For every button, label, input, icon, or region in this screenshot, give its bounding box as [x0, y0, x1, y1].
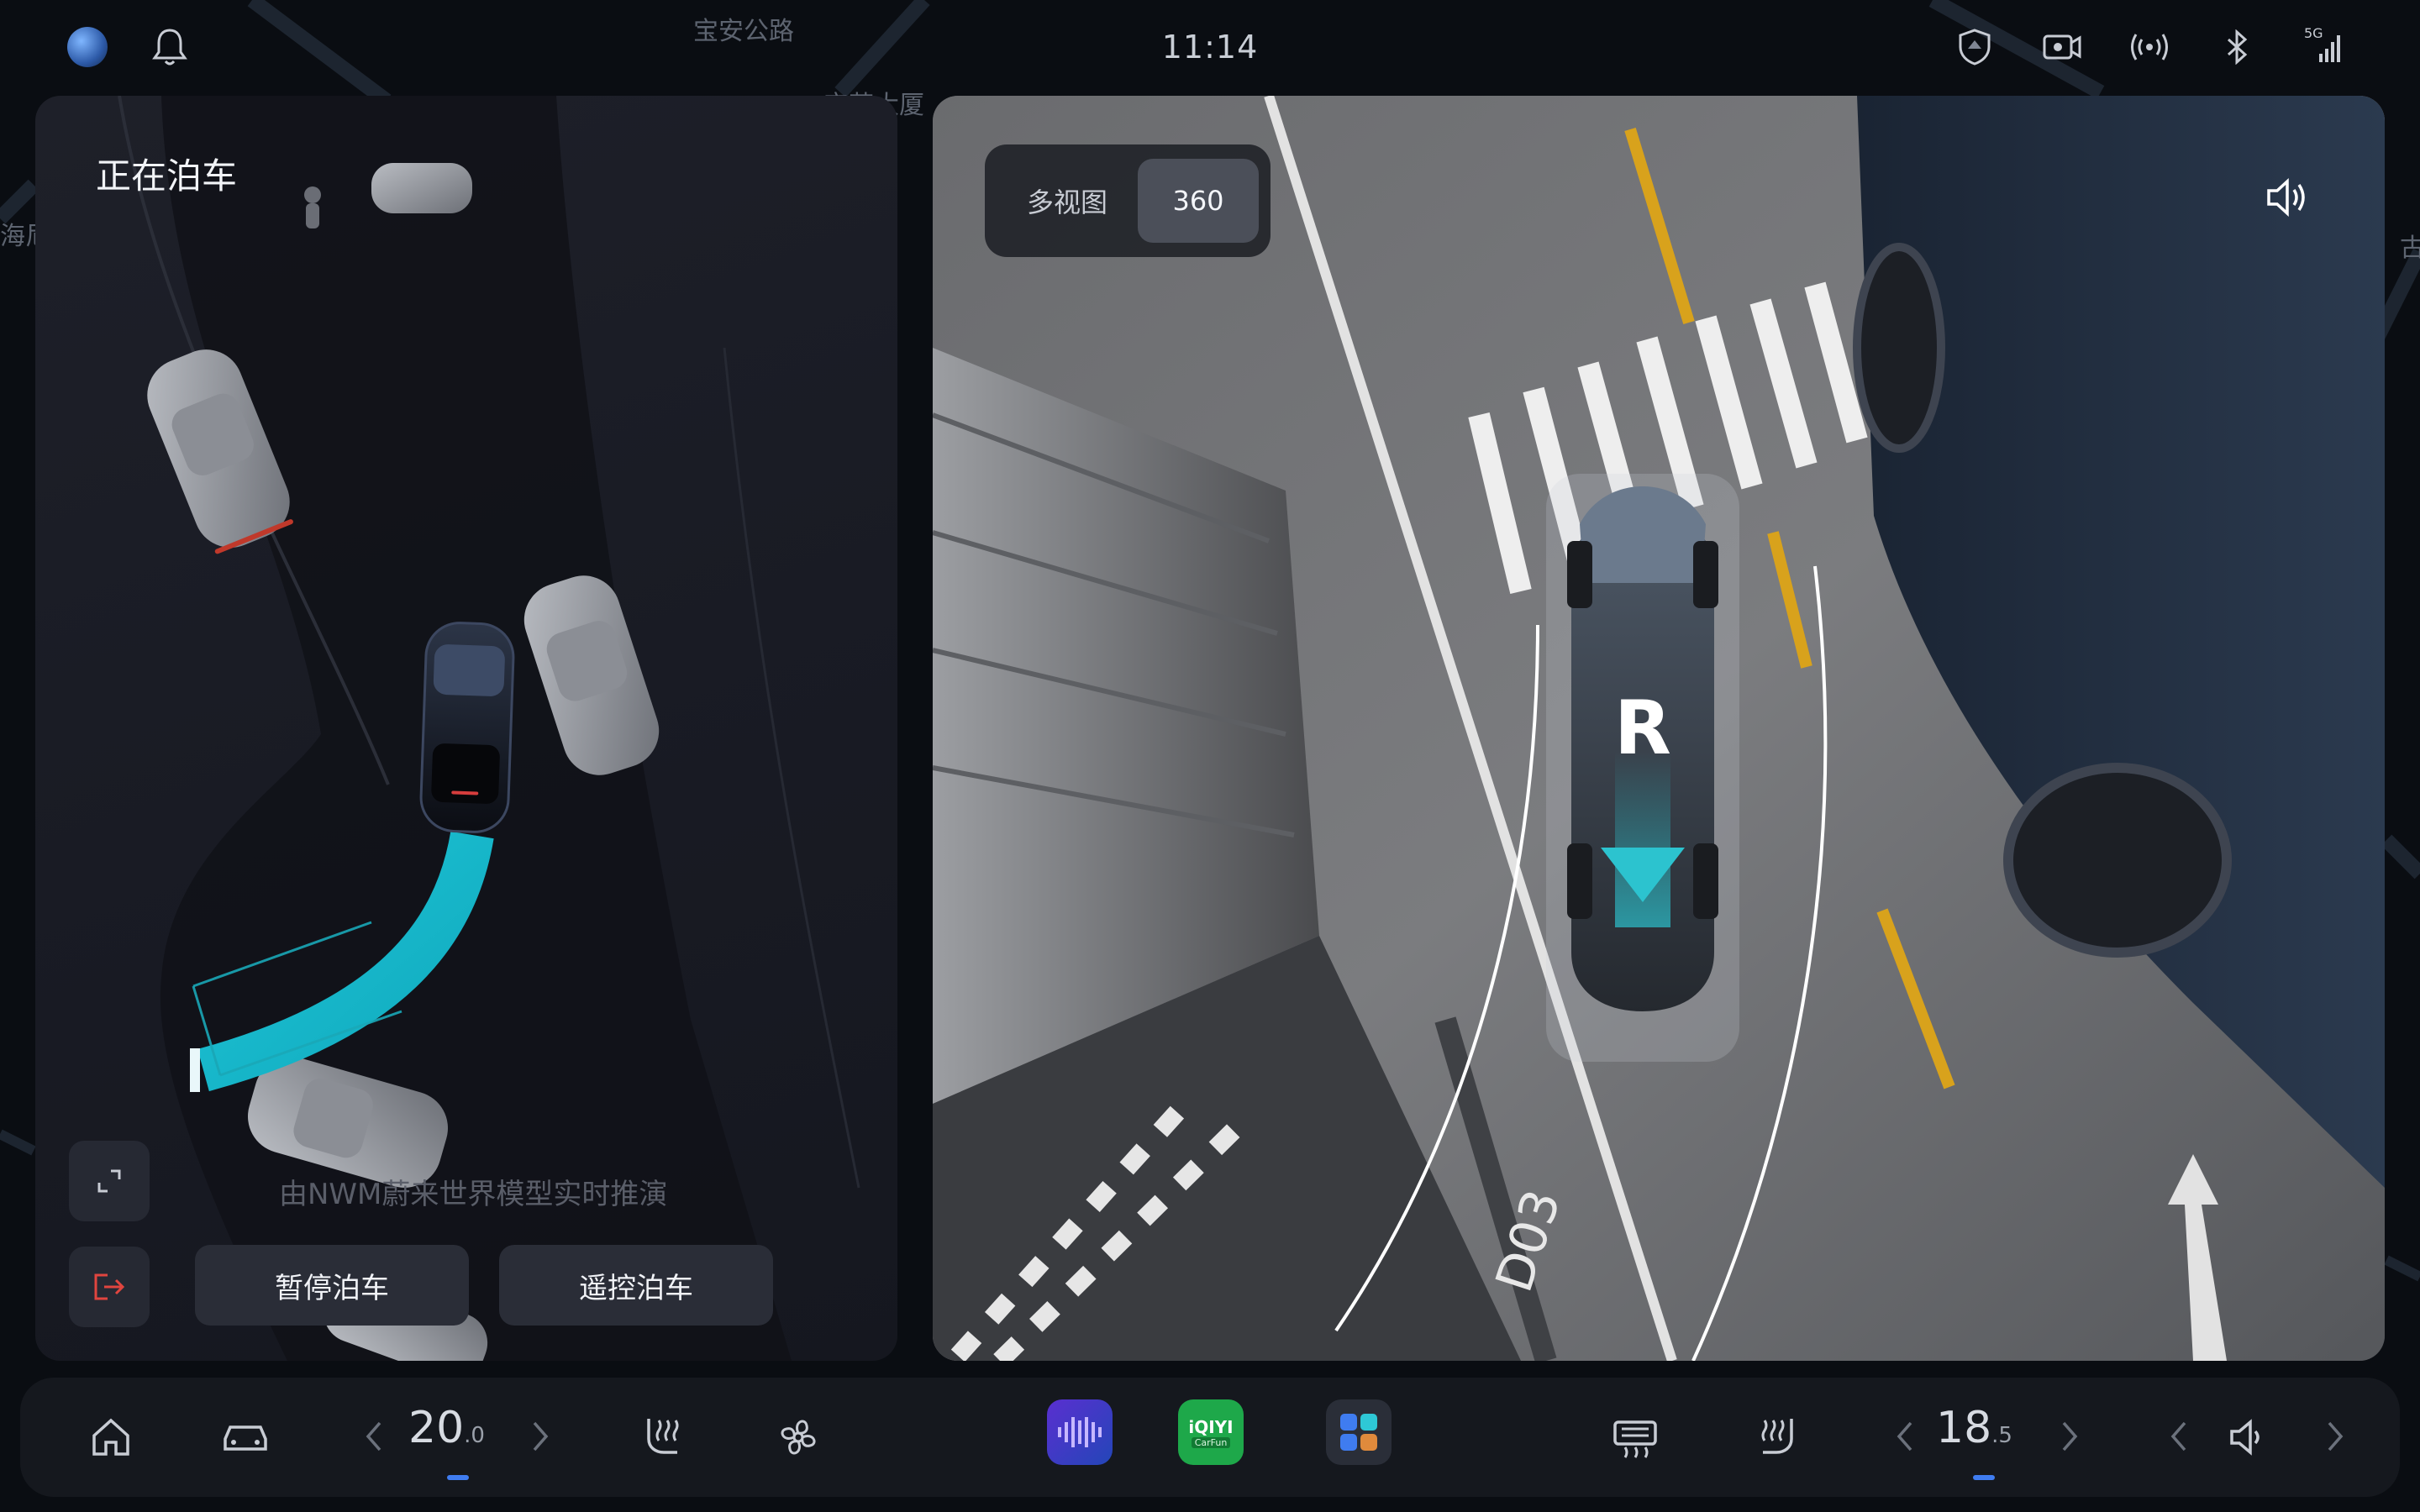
left-temp-decrease-icon[interactable] — [356, 1411, 390, 1462]
iqiyi-sub-text: CarFun — [1191, 1436, 1231, 1448]
volume-increase-icon[interactable] — [2319, 1411, 2353, 1462]
left-temperature[interactable]: 20.0 — [408, 1403, 485, 1453]
right-temperature[interactable]: 18.5 — [1936, 1403, 2012, 1453]
left-temp-increase-icon[interactable] — [524, 1411, 558, 1462]
adjacent-car-wheel — [2003, 763, 2232, 958]
bluetooth-icon[interactable] — [2217, 27, 2257, 67]
car-icon — [224, 1425, 267, 1451]
voice-assistant-app[interactable] — [1047, 1399, 1113, 1465]
view-mode-toggle: 多视图 360 — [985, 144, 1270, 257]
globe-icon[interactable] — [67, 27, 108, 67]
bell-icon[interactable] — [151, 27, 188, 67]
hotspot-icon[interactable] — [2129, 27, 2170, 67]
gear-indicator: R — [1614, 685, 1671, 771]
right-temp-whole: 18 — [1936, 1403, 1992, 1453]
camera-360-view: D03 R 多视图 360 — [933, 96, 2385, 1361]
parked-car — [371, 163, 472, 213]
right-temp-decimal: .5 — [1991, 1423, 2012, 1448]
shield-car-icon[interactable] — [1954, 27, 1995, 67]
home-icon — [92, 1418, 129, 1456]
cellular-5g-icon: 5G — [2304, 25, 2344, 67]
surround-camera-image: D03 R — [933, 96, 2385, 1361]
pedestrian-figure — [306, 203, 319, 228]
defrost-button[interactable] — [1602, 1404, 1669, 1471]
clock: 11:14 — [1161, 29, 1259, 66]
right-temp-decrease-icon[interactable] — [1887, 1411, 1921, 1462]
right-temp-indicator — [1973, 1475, 1995, 1480]
network-type-label: 5G — [2304, 25, 2323, 41]
volume-button[interactable] — [2213, 1404, 2281, 1471]
app-launcher[interactable] — [1326, 1399, 1392, 1465]
status-icons: 5G — [1954, 25, 2344, 67]
speaker-icon[interactable] — [2262, 173, 2311, 222]
iqiyi-app[interactable]: iQIYI CarFun — [1178, 1399, 1244, 1465]
bottom-dock: 20.0 iQIYI CarFun 18.5 — [20, 1378, 2400, 1497]
dashcam-icon[interactable] — [2042, 27, 2082, 67]
fan-icon — [781, 1420, 816, 1455]
seat-heat-icon — [647, 1419, 679, 1454]
status-bar: 11:14 5G — [0, 0, 2420, 94]
parking-status-panel: 正在泊车 由NWM蔚来世界模型实时推演 暂停泊车 遥控泊车 — [35, 96, 897, 1361]
pedestrian-figure — [304, 186, 321, 203]
pause-parking-button[interactable]: 暂停泊车 — [195, 1245, 469, 1326]
exit-parking-button[interactable] — [69, 1247, 150, 1327]
seat-heat-left-button[interactable] — [630, 1404, 697, 1471]
expand-view-button[interactable] — [69, 1141, 150, 1221]
speaker-icon — [2230, 1419, 2260, 1456]
seat-heat-icon — [1761, 1419, 1793, 1454]
left-temp-whole: 20 — [408, 1403, 465, 1453]
vehicle-button[interactable] — [212, 1404, 279, 1471]
fan-button[interactable] — [765, 1404, 832, 1471]
panel-title: 正在泊车 — [96, 155, 238, 197]
world-model-caption: 由NWM蔚来世界模型实时推演 — [279, 1178, 668, 1211]
ego-vehicle — [419, 622, 515, 833]
adjacent-car-wheel — [1853, 243, 1945, 453]
seat-heat-right-button[interactable] — [1743, 1404, 1810, 1471]
remote-parking-button[interactable]: 遥控泊车 — [499, 1245, 773, 1326]
home-button[interactable] — [77, 1404, 145, 1471]
iqiyi-logo-text: iQIYI — [1188, 1416, 1234, 1437]
volume-decrease-icon[interactable] — [2161, 1411, 2195, 1462]
left-temp-decimal: .0 — [464, 1423, 485, 1448]
map-edge-label-right: 古 — [2400, 234, 2420, 263]
road-edge-line — [723, 347, 860, 1189]
view-option-360[interactable]: 360 — [1138, 159, 1259, 243]
voice-wave-icon — [1058, 1417, 1102, 1447]
rear-defrost-icon — [1613, 1420, 1657, 1458]
right-temp-increase-icon[interactable] — [2054, 1411, 2087, 1462]
expand-icon — [97, 1169, 121, 1193]
apps-grid-icon — [1340, 1414, 1377, 1451]
exit-icon — [94, 1273, 125, 1300]
view-option-multi[interactable]: 多视图 — [997, 159, 1138, 243]
left-temp-indicator — [447, 1475, 469, 1480]
